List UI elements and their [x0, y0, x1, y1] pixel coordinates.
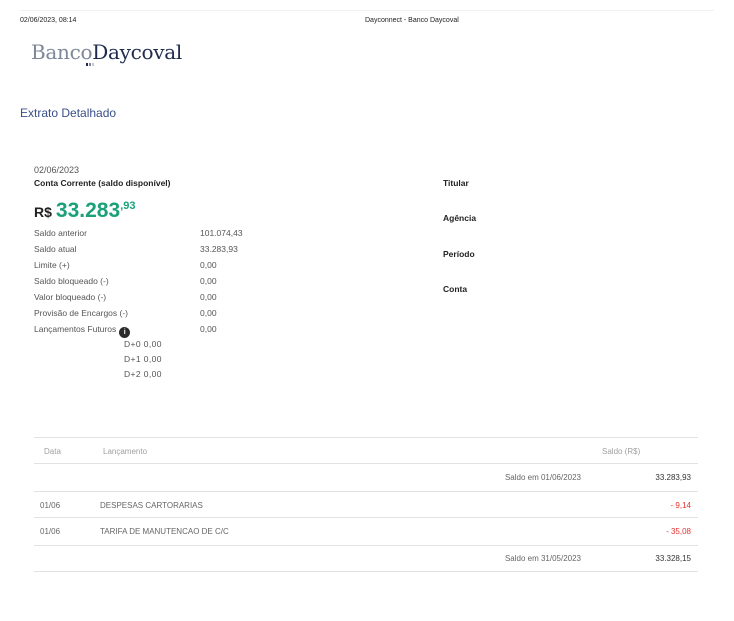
row-amount: 33.283,93: [655, 473, 691, 482]
summary-value-saldo-bloqueado: 0,00: [200, 276, 217, 286]
summary-label-saldo-anterior: Saldo anterior: [34, 228, 87, 238]
account-type-label: Conta Corrente (saldo disponível): [34, 178, 171, 188]
row-entry: DESPESAS CARTORARIAS: [100, 501, 203, 510]
logo-mark-icon: [86, 63, 94, 66]
table-top-border: [34, 437, 698, 438]
row-entry: TARIFA DE MANUTENCAO DE C/C: [100, 527, 229, 536]
summary-label-limite: Limite (+): [34, 260, 70, 270]
table-header-divider: [34, 463, 698, 464]
info-icon[interactable]: i: [119, 327, 131, 338]
summary-value-lancamentos-futuros: 0,00: [200, 324, 217, 334]
details-label-agencia: Agência: [443, 213, 477, 223]
row-balance-label: Saldo em 31/05/2023: [504, 554, 581, 563]
logo-text-banco: Banco: [31, 40, 93, 64]
summary-value-provisao-encargos: 0,00: [200, 308, 217, 318]
column-header-date: Data: [44, 447, 61, 456]
table-bottom-border: [34, 571, 698, 572]
row-balance-label: Saldo em 01/06/2023: [504, 473, 581, 482]
print-title: Dayconnect - Banco Daycoval: [365, 17, 459, 24]
future-d0: D+0 0,00: [124, 339, 162, 349]
summary-label-provisao-encargos: Provisão de Encargos (-): [34, 308, 129, 318]
page-title: Extrato Detalhado: [20, 106, 117, 120]
details-label-titular: Titular: [443, 178, 469, 188]
details-label-periodo: Período: [443, 249, 475, 259]
summary-label-valor-bloqueado: Valor bloqueado (-): [34, 292, 107, 302]
summary-label-saldo-bloqueado: Saldo bloqueado (-): [34, 276, 109, 286]
summary-value-saldo-atual: 33.283,93: [200, 244, 238, 254]
row-date: 01/06: [40, 527, 61, 536]
row-divider: [34, 491, 698, 492]
future-d1: D+1 0,00: [124, 354, 162, 364]
summary-value-limite: 0,00: [200, 260, 217, 270]
balance-integer: 33.283: [55, 199, 121, 222]
balance-decimal: ,93: [120, 200, 136, 212]
logo-text-daycoval: Daycoval: [92, 40, 182, 64]
summary-label-lancamentos-futuros: Lançamentos Futuros: [34, 324, 117, 334]
future-d2: D+2 0,00: [124, 369, 162, 379]
print-header-divider: [20, 10, 714, 11]
statement-date: 02/06/2023: [34, 165, 80, 175]
column-header-balance: Saldo (R$): [602, 447, 641, 456]
row-amount: - 9,14: [670, 501, 691, 510]
row-amount: 33.328,15: [655, 554, 691, 563]
balance-currency: R$: [34, 204, 52, 220]
column-header-entry: Lançamento: [103, 447, 148, 456]
summary-value-valor-bloqueado: 0,00: [200, 292, 217, 302]
summary-row-lancamentos-futuros: Lançamentos Futuros i: [34, 324, 131, 338]
row-divider: [34, 545, 698, 546]
row-divider: [34, 517, 698, 518]
summary-label-saldo-atual: Saldo atual: [34, 244, 77, 254]
details-label-conta: Conta: [443, 284, 468, 294]
bank-logo: BancoDaycoval: [31, 40, 182, 64]
available-balance: R$ 33.283 ,93: [34, 199, 135, 223]
row-date: 01/06: [40, 501, 61, 510]
row-amount: - 35,08: [666, 527, 691, 536]
print-datetime: 02/06/2023, 08:14: [20, 17, 77, 24]
summary-value-saldo-anterior: 101.074,43: [200, 228, 243, 238]
